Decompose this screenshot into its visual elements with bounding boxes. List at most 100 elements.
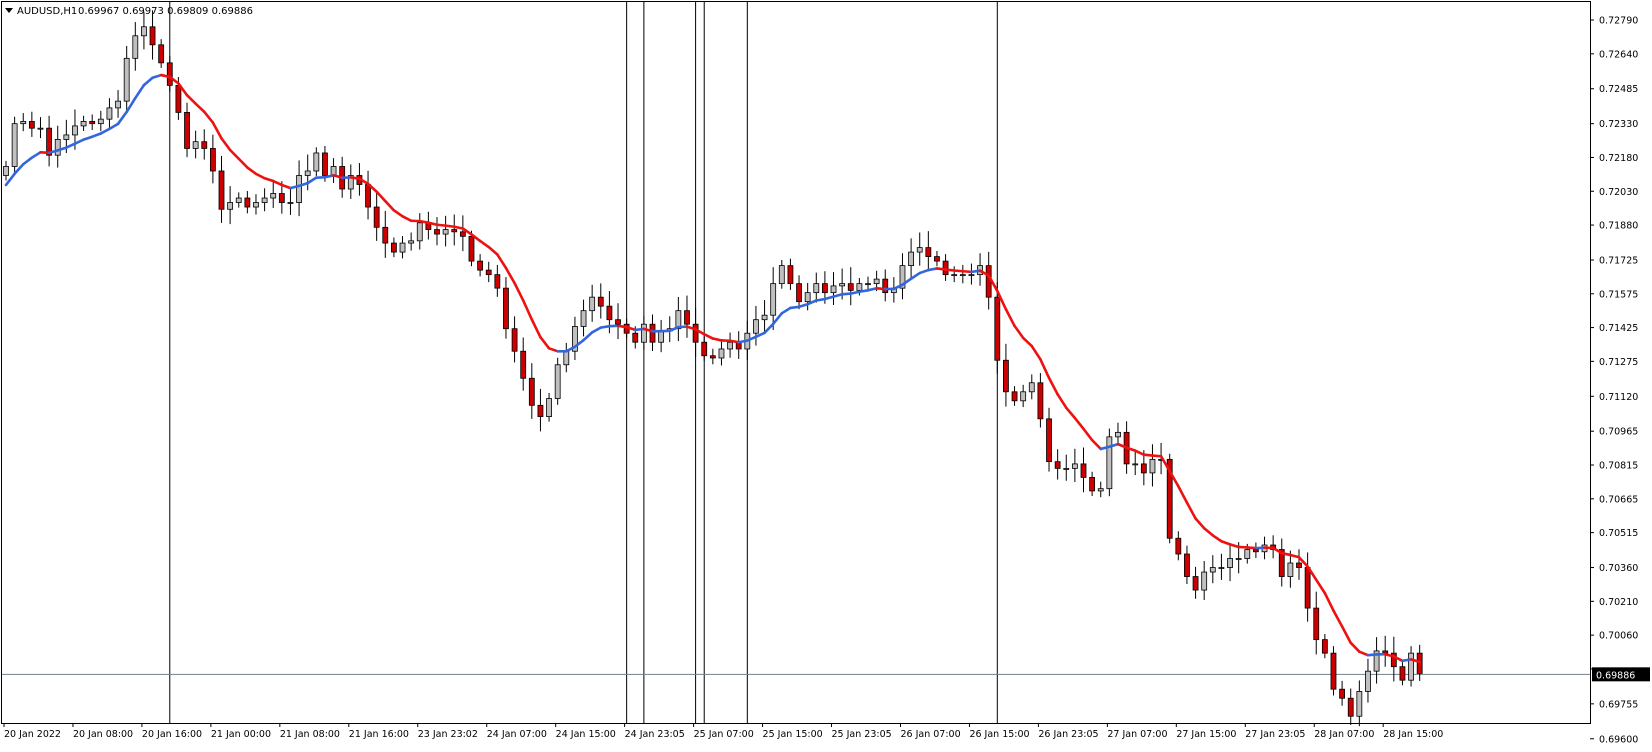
candle-body-bear	[1080, 463, 1087, 478]
candle-body-bull	[1028, 382, 1035, 393]
candle-body-bull	[37, 127, 44, 130]
candle-body-bear	[434, 229, 440, 235]
ma-segment	[944, 268, 956, 272]
x-tick-label: 25 Jan 15:00	[763, 729, 823, 740]
candle-body-bull	[1227, 558, 1233, 568]
candle-body-bull	[227, 202, 234, 210]
candle-body-bull	[839, 283, 846, 287]
candle-body-bull	[1132, 463, 1139, 466]
candle-body-bear	[218, 170, 225, 210]
candle-body-bull	[313, 152, 320, 172]
candle-body-bull	[141, 26, 147, 37]
y-tick-label: 0.69755	[1599, 699, 1638, 710]
candle-body-bear	[847, 283, 854, 291]
candle-body-bear	[632, 332, 639, 343]
candle-body-bear	[1184, 553, 1190, 577]
candle-body-bear	[882, 278, 889, 294]
candle-body-bull	[1201, 571, 1208, 591]
y-tick-label: 0.72030	[1599, 187, 1638, 198]
candle-body-bull	[873, 278, 880, 285]
y-tick-label: 0.70210	[1599, 597, 1638, 608]
candle-body-bull	[296, 175, 302, 203]
candle-body-bull	[1408, 652, 1414, 681]
candle-body-bear	[985, 265, 992, 298]
x-tick-label: 23 Jan 23:02	[418, 729, 478, 740]
x-tick-label: 21 Jan 08:00	[280, 729, 340, 740]
candle-body-bull	[235, 197, 242, 203]
candle-body-bull	[554, 364, 561, 399]
ma-segment	[349, 176, 361, 180]
candle-body-bear	[175, 84, 182, 113]
candle-body-bear	[1011, 391, 1018, 402]
candle-body-bear	[528, 377, 535, 406]
candle-body-bull	[132, 35, 139, 59]
candle-body-bull	[192, 141, 199, 149]
candle-body-bull	[658, 330, 665, 343]
candle-body-bear	[606, 305, 613, 321]
candle-body-bear	[1140, 463, 1147, 474]
candle-body-bear	[1321, 639, 1328, 654]
ma-segment	[444, 224, 456, 229]
candle-body-bear	[787, 265, 794, 285]
candle-body-bear	[28, 121, 35, 129]
candle-body-bear	[684, 310, 690, 325]
y-tick-label: 0.72640	[1599, 49, 1638, 60]
candle-body-bull	[959, 274, 966, 277]
y-tick-label: 0.72790	[1599, 16, 1638, 27]
candle-body-bear	[597, 296, 604, 307]
candle-body-bull	[123, 57, 130, 102]
candle-body-bear	[158, 44, 165, 64]
y-tick-label: 0.71120	[1599, 392, 1638, 403]
price-tag-label: 0.69886	[1596, 670, 1635, 681]
candle-body-bull	[80, 121, 87, 127]
candle-body-bull	[1235, 558, 1242, 560]
candle-body-bear	[201, 141, 208, 149]
candle-body-bull	[563, 350, 570, 366]
candle-body-bear	[1054, 461, 1061, 469]
candle-body-bear	[451, 229, 458, 233]
x-tick-label: 21 Jan 16:00	[349, 729, 409, 740]
x-tick-label: 26 Jan 23:05	[1038, 729, 1098, 740]
candle-body-bear	[615, 319, 621, 325]
candle-body-bear	[1046, 418, 1052, 463]
chart-area[interactable]: 0.72790 0.72640 0.72485 0.72330 0.72180 0.720…	[0, 0, 1652, 752]
candle-body-bull	[20, 121, 27, 125]
candle-body-bull	[580, 310, 587, 327]
x-tick-label: 27 Jan 07:00	[1107, 729, 1167, 740]
candle-body-bear	[1347, 697, 1354, 717]
ma-segment	[814, 297, 827, 302]
y-tick-label: 0.71575	[1599, 289, 1638, 300]
y-tick-label: 0.71425	[1599, 323, 1638, 334]
y-tick-label: 0.71880	[1599, 221, 1638, 232]
candle-body-bull	[813, 283, 820, 294]
x-tick-label: 27 Jan 15:00	[1176, 729, 1236, 740]
x-tick-label: 25 Jan 23:05	[832, 729, 892, 740]
candle	[554, 357, 561, 405]
candle-body-bear	[1399, 666, 1406, 681]
candle-body-bear	[494, 274, 501, 289]
x-tick-label: 25 Jan 07:00	[694, 729, 754, 740]
ma-segment	[616, 324, 628, 329]
candle-body-bear	[149, 26, 156, 46]
candle-body-bear	[459, 231, 466, 237]
candle-body-bear	[701, 341, 708, 357]
candle-body-bear	[365, 184, 371, 208]
candle-body-bull	[1097, 488, 1104, 492]
candle-body-bull	[1115, 431, 1121, 438]
ohlc-label: 0.69967 0.69973 0.69809 0.69886	[78, 6, 253, 17]
candle-body-bear	[709, 355, 716, 359]
candle-body-bear	[1192, 576, 1199, 591]
x-tick-label: 21 Jan 00:00	[211, 729, 271, 740]
x-tick-label: 24 Jan 23:05	[625, 729, 685, 740]
candle-body-bear	[477, 260, 484, 271]
candle-body-bull	[1356, 691, 1363, 717]
candle-body-bull	[408, 240, 415, 244]
candle-body-bull	[727, 341, 733, 350]
y-tick-label: 0.70815	[1599, 461, 1638, 472]
candle-body-bull	[63, 134, 70, 140]
candle-body-bear	[994, 296, 1001, 361]
candle-body-bear	[278, 193, 285, 203]
candle-body-bear	[89, 121, 96, 125]
x-tick-label: 27 Jan 23:05	[1245, 729, 1305, 740]
candle-body-bull	[640, 323, 647, 343]
